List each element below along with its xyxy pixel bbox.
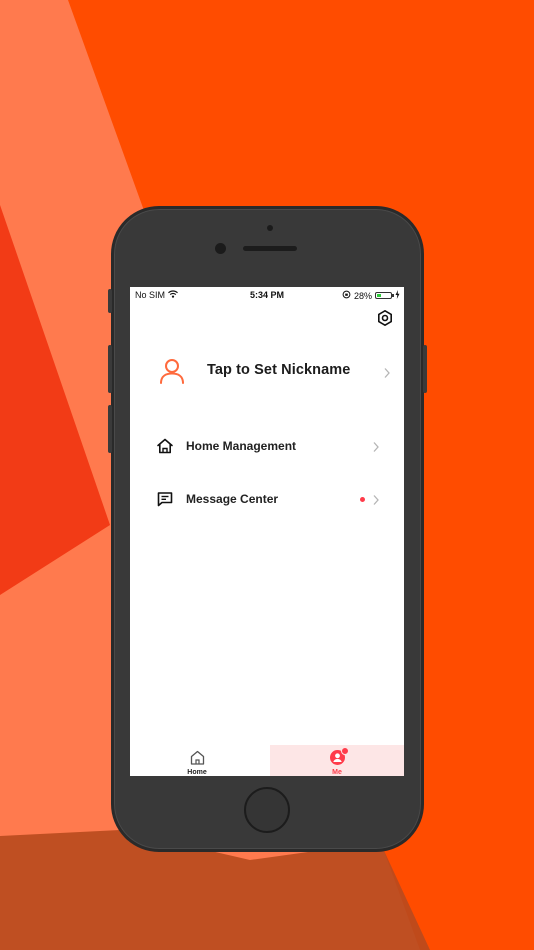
volume-down-button — [108, 405, 112, 453]
chevron-right-icon — [372, 440, 380, 452]
chevron-right-icon — [372, 493, 380, 505]
phone-frame: No SIM 5:34 PM 28% Tap to Set Nickname H… — [108, 206, 427, 852]
tab-me-label: Me — [332, 769, 342, 776]
mute-switch — [108, 289, 112, 313]
earpiece-speaker — [243, 246, 297, 251]
message-center-label: Message Center — [186, 492, 279, 506]
tab-badge-dot — [341, 747, 349, 755]
tab-home-label: Home — [187, 769, 207, 776]
home-management-label: Home Management — [186, 439, 297, 453]
orientation-lock-icon — [342, 290, 351, 301]
volume-up-button — [108, 345, 112, 393]
screen: No SIM 5:34 PM 28% Tap to Set Nickname H… — [130, 287, 404, 776]
message-icon — [156, 490, 174, 508]
proximity-sensor — [267, 225, 273, 231]
unread-dot — [360, 497, 365, 502]
home-tab-icon — [189, 749, 206, 766]
avatar-icon — [158, 357, 186, 385]
battery-fill — [377, 294, 381, 297]
tab-me[interactable]: Me — [270, 745, 404, 776]
home-button[interactable] — [244, 787, 290, 833]
menu-item-home-management[interactable]: Home Management — [130, 431, 404, 461]
tab-home[interactable]: Home — [130, 745, 264, 776]
battery-percent: 28% — [353, 290, 372, 301]
nickname-label: Tap to Set Nickname — [207, 362, 351, 378]
status-bar: No SIM 5:34 PM 28% — [130, 287, 404, 303]
profile-nickname-row[interactable]: Tap to Set Nickname — [130, 351, 404, 391]
settings-gear-icon[interactable] — [376, 309, 394, 327]
home-icon — [156, 437, 174, 455]
front-camera — [215, 243, 226, 254]
charging-icon — [395, 290, 400, 301]
status-right: 28% — [342, 290, 400, 301]
battery-icon — [375, 292, 394, 299]
power-button — [423, 345, 427, 393]
menu-item-message-center[interactable]: Message Center — [130, 484, 404, 514]
tab-bar: Home Me — [130, 745, 404, 776]
chevron-right-icon — [383, 366, 391, 378]
